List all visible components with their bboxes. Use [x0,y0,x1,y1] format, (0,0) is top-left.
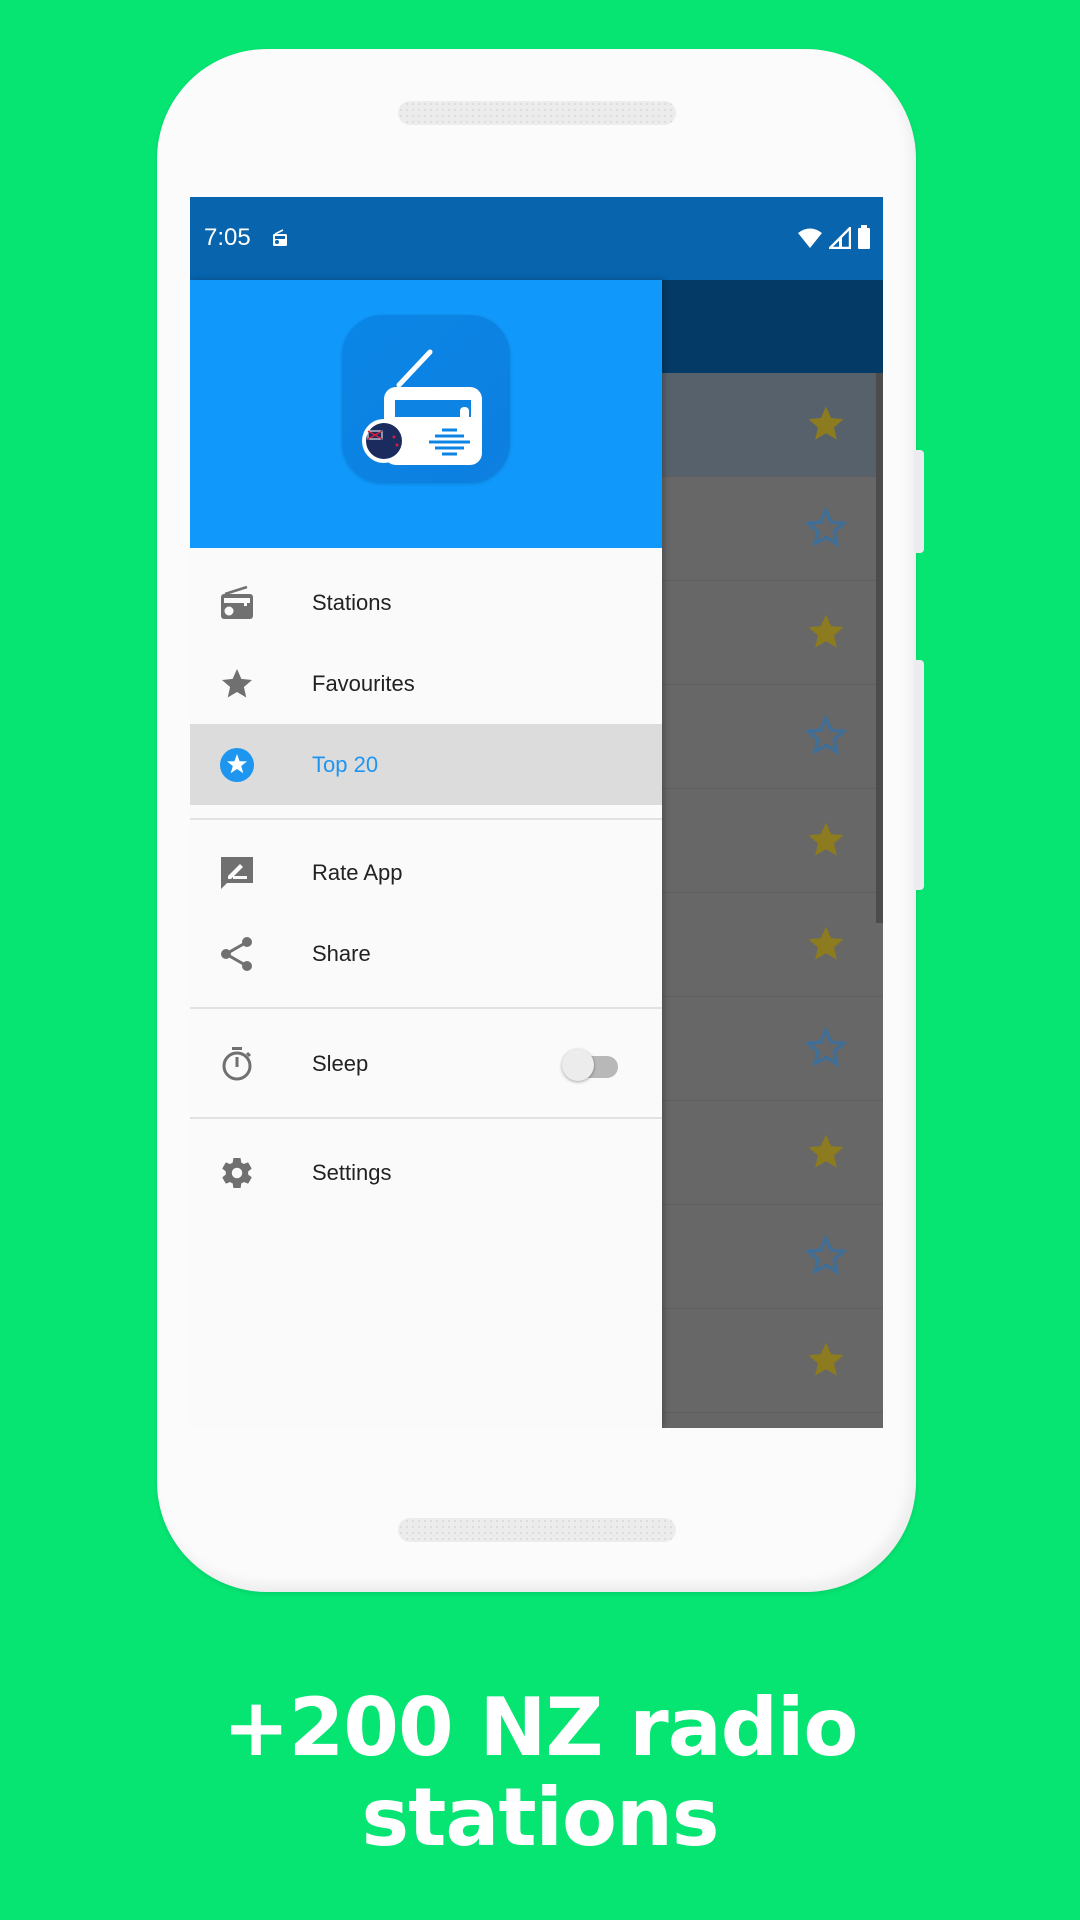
wifi-icon [797,227,823,254]
caption-line-1: +200 NZ radio [222,1681,859,1774]
star-outline-icon[interactable] [804,1026,848,1069]
status-bar: 7:05 [190,197,883,280]
phone-power-button [914,450,924,553]
menu-item-label: Top 20 [312,751,379,777]
rate-review-icon [218,854,256,892]
phone-screen: 7:05 ationalandlndnd [190,197,883,1428]
app-logo-icon [342,315,510,483]
menu-item-sleep[interactable]: Sleep [190,1023,662,1104]
star-outline-icon[interactable] [804,1234,848,1277]
phone-bottom-speaker [398,1518,676,1542]
sleep-toggle[interactable] [562,1046,620,1082]
star-outline-icon[interactable] [804,714,848,757]
star-circle-icon [218,746,256,784]
drawer-divider [190,818,662,820]
caption-line-2: stations [361,1771,719,1864]
star-filled-icon[interactable] [805,923,847,965]
menu-item-rate-app[interactable]: Rate App [190,832,662,913]
navigation-drawer: Stations Favourites Top 20 Rate App Shar… [190,280,662,1428]
menu-item-label: Favourites [312,670,415,696]
status-time: 7:05 [204,224,251,251]
cell-signal-icon [827,225,852,254]
star-filled-icon[interactable] [805,819,847,861]
star-outline-icon[interactable] [804,506,848,549]
menu-item-label: Sleep [312,1050,369,1076]
radio-notification-icon [272,229,288,252]
menu-item-label: Stations [312,589,392,615]
drawer-divider [190,1117,662,1119]
timer-icon [218,1045,256,1083]
menu-item-settings[interactable]: Settings [190,1132,662,1213]
menu-item-label: Rate App [312,859,403,885]
menu-item-label: Settings [312,1159,392,1185]
star-filled-icon[interactable] [805,403,847,445]
drawer-divider [190,1007,662,1009]
menu-item-stations[interactable]: Stations [190,562,662,643]
drawer-header [190,280,662,548]
promo-caption: +200 NZ radio stations [0,1683,1080,1863]
star-filled-icon[interactable] [805,1339,847,1381]
phone-volume-button [914,660,924,890]
star-filled-icon[interactable] [805,611,847,653]
battery-icon [857,225,871,254]
star-icon [218,665,256,703]
menu-item-share[interactable]: Share [190,913,662,994]
menu-item-top-20[interactable]: Top 20 [190,724,662,805]
radio-icon [218,584,256,622]
phone-top-speaker [398,101,676,125]
menu-item-favourites[interactable]: Favourites [190,643,662,724]
share-icon [218,935,256,973]
menu-item-label: Share [312,940,371,966]
toggle-thumb [562,1049,594,1081]
gear-icon [218,1154,256,1192]
list-scrollbar[interactable] [876,373,883,923]
star-filled-icon[interactable] [805,1131,847,1173]
